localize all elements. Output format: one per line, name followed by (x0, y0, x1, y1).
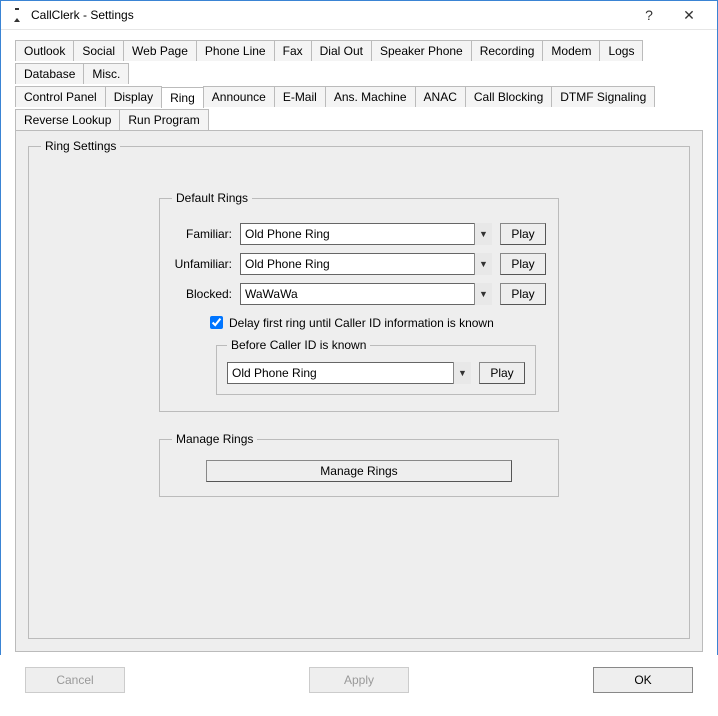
tab-recording[interactable]: Recording (471, 40, 544, 61)
play-before-caller-id-button[interactable]: Play (479, 362, 525, 384)
before-caller-id-select[interactable] (227, 362, 471, 384)
blocked-row: Blocked: ▼ Play (172, 283, 546, 305)
apply-button[interactable]: Apply (309, 667, 409, 693)
tab-social[interactable]: Social (73, 40, 124, 61)
dialog-button-bar: Cancel Apply OK (9, 658, 709, 708)
tab-anac[interactable]: ANAC (415, 86, 466, 107)
blocked-select[interactable] (240, 283, 492, 305)
ring-settings-legend: Ring Settings (41, 139, 120, 153)
tab-outlook[interactable]: Outlook (15, 40, 74, 61)
tab-ring[interactable]: Ring (161, 87, 204, 108)
tab-dial-out[interactable]: Dial Out (311, 40, 372, 61)
delay-checkbox-row: Delay first ring until Caller ID informa… (206, 313, 546, 332)
tab-database[interactable]: Database (15, 63, 84, 84)
ok-button[interactable]: OK (593, 667, 693, 693)
settings-window: CallClerk - Settings ? ✕ OutlookSocialWe… (0, 0, 718, 655)
tab-web-page[interactable]: Web Page (123, 40, 197, 61)
before-caller-id-legend: Before Caller ID is known (227, 338, 370, 352)
tab-e-mail[interactable]: E-Mail (274, 86, 326, 107)
ring-settings-group: Ring Settings Default Rings Familiar: ▼ … (28, 139, 690, 639)
tab-logs[interactable]: Logs (599, 40, 643, 61)
tab-control-panel[interactable]: Control Panel (15, 86, 106, 107)
close-icon: ✕ (683, 7, 695, 24)
play-blocked-button[interactable]: Play (500, 283, 546, 305)
cancel-button[interactable]: Cancel (25, 667, 125, 693)
help-button[interactable]: ? (629, 1, 669, 29)
default-rings-group: Default Rings Familiar: ▼ Play Unfamilia… (159, 191, 559, 412)
familiar-row: Familiar: ▼ Play (172, 223, 546, 245)
window-title: CallClerk - Settings (31, 8, 134, 22)
tab-dtmf-signaling[interactable]: DTMF Signaling (551, 86, 655, 107)
tab-ans-machine[interactable]: Ans. Machine (325, 86, 416, 107)
manage-rings-legend: Manage Rings (172, 432, 257, 446)
tab-speaker-phone[interactable]: Speaker Phone (371, 40, 472, 61)
blocked-label: Blocked: (172, 287, 232, 301)
titlebar: CallClerk - Settings ? ✕ (1, 1, 717, 30)
familiar-select[interactable] (240, 223, 492, 245)
tab-misc[interactable]: Misc. (83, 63, 129, 84)
default-rings-legend: Default Rings (172, 191, 252, 205)
tab-strip: OutlookSocialWeb PagePhone LineFaxDial O… (15, 38, 703, 130)
before-caller-id-group: Before Caller ID is known ▼ Play (216, 338, 536, 395)
familiar-label: Familiar: (172, 227, 232, 241)
unfamiliar-select[interactable] (240, 253, 492, 275)
content-area: OutlookSocialWeb PagePhone LineFaxDial O… (1, 30, 717, 716)
tab-panel-ring: Ring Settings Default Rings Familiar: ▼ … (15, 130, 703, 652)
delay-first-ring-checkbox[interactable] (210, 316, 223, 329)
unfamiliar-label: Unfamiliar: (172, 257, 232, 271)
tab-run-program[interactable]: Run Program (119, 109, 208, 130)
tab-announce[interactable]: Announce (203, 86, 275, 107)
app-icon (9, 7, 25, 23)
close-button[interactable]: ✕ (669, 1, 709, 29)
play-familiar-button[interactable]: Play (500, 223, 546, 245)
play-unfamiliar-button[interactable]: Play (500, 253, 546, 275)
tab-display[interactable]: Display (105, 86, 162, 107)
tab-reverse-lookup[interactable]: Reverse Lookup (15, 109, 120, 130)
manage-rings-group: Manage Rings Manage Rings (159, 432, 559, 497)
tab-phone-line[interactable]: Phone Line (196, 40, 275, 61)
delay-first-ring-label[interactable]: Delay first ring until Caller ID informa… (229, 316, 494, 330)
help-icon: ? (645, 7, 653, 23)
tab-call-blocking[interactable]: Call Blocking (465, 86, 552, 107)
manage-rings-button[interactable]: Manage Rings (206, 460, 512, 482)
tab-fax[interactable]: Fax (274, 40, 312, 61)
tab-modem[interactable]: Modem (542, 40, 600, 61)
unfamiliar-row: Unfamiliar: ▼ Play (172, 253, 546, 275)
